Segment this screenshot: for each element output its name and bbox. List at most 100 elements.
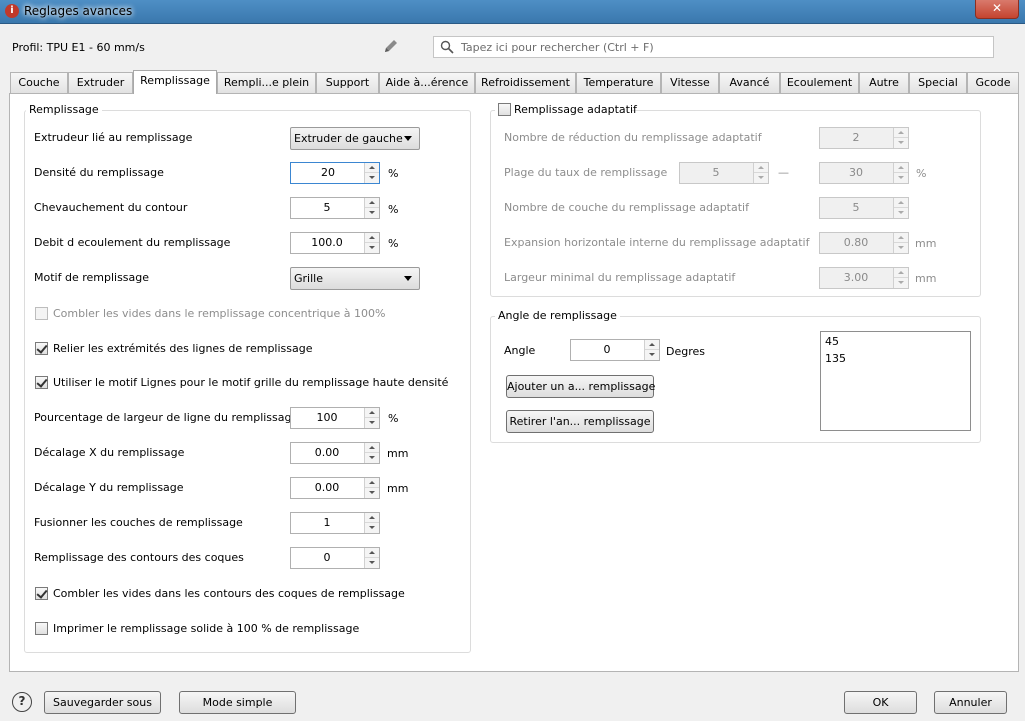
arrow-up-icon[interactable] (894, 268, 908, 278)
spinner-arrows[interactable] (753, 163, 768, 183)
arrow-down-icon[interactable] (894, 243, 908, 253)
offset-y-spinbox[interactable]: 0.00 (290, 477, 380, 499)
arrow-up-icon[interactable] (365, 548, 379, 558)
fill-gaps-concentric-checkbox[interactable] (35, 307, 48, 320)
list-item[interactable]: 135 (825, 352, 846, 365)
arrow-down-icon[interactable] (365, 243, 379, 253)
arrow-up-icon[interactable] (365, 198, 379, 208)
tab-aide-adherence[interactable]: Aide à...érence (379, 72, 475, 93)
spinner-arrows[interactable] (364, 478, 379, 498)
arrow-up-icon[interactable] (894, 233, 908, 243)
tab-temperature[interactable]: Temperature (576, 72, 661, 93)
merge-layers-spinbox[interactable]: 1 (290, 512, 380, 534)
tab-refroidissement[interactable]: Refroidissement (475, 72, 576, 93)
adaptive-reduction-spinbox[interactable]: 2 (819, 127, 909, 149)
arrow-down-icon[interactable] (645, 350, 659, 360)
shell-infill-spinbox[interactable]: 0 (290, 547, 380, 569)
pencil-edit-icon[interactable] (382, 37, 400, 55)
offset-x-spinbox[interactable]: 0.00 (290, 442, 380, 464)
spinner-arrows[interactable] (364, 163, 379, 183)
tab-remplissage[interactable]: Remplissage (133, 70, 217, 94)
angle-spinbox[interactable]: 0 (570, 339, 660, 361)
arrow-down-icon[interactable] (365, 523, 379, 533)
arrow-down-icon[interactable] (894, 278, 908, 288)
ok-button[interactable]: OK (844, 691, 917, 714)
arrow-up-icon[interactable] (894, 163, 908, 173)
spinner-arrows[interactable] (364, 408, 379, 428)
spinner-arrows[interactable] (893, 128, 908, 148)
arrow-up-icon[interactable] (365, 163, 379, 173)
overlap-spinbox[interactable]: 5 (290, 197, 380, 219)
extruder-dropdown[interactable]: Extruder de gauche (290, 127, 420, 150)
cancel-button[interactable]: Annuler (934, 691, 1007, 714)
simple-mode-button[interactable]: Mode simple (179, 691, 296, 714)
angle-list[interactable]: 45 135 (820, 331, 971, 431)
spinner-arrows[interactable] (893, 163, 908, 183)
arrow-down-icon[interactable] (894, 208, 908, 218)
flow-spinbox[interactable]: 100.0 (290, 232, 380, 254)
solid-print-checkbox[interactable] (35, 622, 48, 635)
arrow-up-icon[interactable] (754, 163, 768, 173)
use-lines-checkbox[interactable] (35, 376, 48, 389)
spinner-arrows[interactable] (893, 233, 908, 253)
tab-special[interactable]: Special (909, 72, 967, 93)
fill-gaps-shell-checkbox[interactable] (35, 587, 48, 600)
arrow-up-icon[interactable] (365, 408, 379, 418)
spinner-arrows[interactable] (364, 198, 379, 218)
tab-couche[interactable]: Couche (10, 72, 68, 93)
connect-lines-checkbox[interactable] (35, 342, 48, 355)
adaptive-expansion-value: 0.80 (843, 236, 869, 249)
search-input[interactable]: Tapez ici pour rechercher (Ctrl + F) (433, 36, 994, 58)
arrow-up-icon[interactable] (365, 443, 379, 453)
arrow-up-icon[interactable] (365, 513, 379, 523)
pattern-dropdown[interactable]: Grille (290, 267, 420, 290)
adaptive-minwidth-value: 3.00 (843, 271, 869, 284)
arrow-down-icon[interactable] (365, 558, 379, 568)
list-item[interactable]: 45 (825, 335, 839, 348)
arrow-up-icon[interactable] (645, 340, 659, 350)
tab-support[interactable]: Support (316, 72, 379, 93)
arrow-up-icon[interactable] (894, 128, 908, 138)
spinner-arrows[interactable] (364, 513, 379, 533)
arrow-down-icon[interactable] (894, 138, 908, 148)
tab-vitesse[interactable]: Vitesse (661, 72, 719, 93)
spinner-arrows[interactable] (364, 443, 379, 463)
spinner-arrows[interactable] (893, 268, 908, 288)
arrow-down-icon[interactable] (365, 173, 379, 183)
density-spinbox[interactable]: 20 (290, 162, 380, 184)
save-as-button[interactable]: Sauvegarder sous (44, 691, 161, 714)
tab-extruder[interactable]: Extruder (68, 72, 133, 93)
arrow-down-icon[interactable] (894, 173, 908, 183)
adaptive-expansion-spinbox[interactable]: 0.80 (819, 232, 909, 254)
help-icon[interactable]: ? (12, 692, 32, 712)
spinner-arrows[interactable] (364, 548, 379, 568)
adaptive-layers-spinbox[interactable]: 5 (819, 197, 909, 219)
arrow-down-icon[interactable] (365, 453, 379, 463)
spinner-arrows[interactable] (893, 198, 908, 218)
width-pct-spinbox[interactable]: 100 (290, 407, 380, 429)
tab-gcode[interactable]: Gcode (967, 72, 1019, 93)
adaptive-minwidth-spinbox[interactable]: 3.00 (819, 267, 909, 289)
adaptive-infill-checkbox[interactable] (498, 103, 511, 116)
window-close-button[interactable]: ✕ (975, 0, 1019, 19)
tab-avance[interactable]: Avancé (719, 72, 780, 93)
spinner-arrows[interactable] (644, 340, 659, 360)
add-angle-button[interactable]: Ajouter un a... remplissage (506, 375, 655, 398)
arrow-down-icon[interactable] (365, 208, 379, 218)
tab-remplissage-plein[interactable]: Rempli...e plein (217, 72, 316, 93)
spinner-arrows[interactable] (364, 233, 379, 253)
tab-ecoulement[interactable]: Ecoulement (780, 72, 859, 93)
infill-group-title: Remplissage (26, 103, 102, 116)
arrow-down-icon[interactable] (754, 173, 768, 183)
adaptive-range-label: Plage du taux de remplissage (504, 166, 668, 179)
density-value: 20 (321, 166, 335, 179)
arrow-down-icon[interactable] (365, 418, 379, 428)
arrow-up-icon[interactable] (365, 478, 379, 488)
arrow-down-icon[interactable] (365, 488, 379, 498)
remove-angle-button[interactable]: Retirer l'an... remplissage (506, 410, 654, 433)
arrow-up-icon[interactable] (894, 198, 908, 208)
arrow-up-icon[interactable] (365, 233, 379, 243)
adaptive-range-max-spinbox[interactable]: 30 (819, 162, 909, 184)
adaptive-range-min-spinbox[interactable]: 5 (679, 162, 769, 184)
tab-autre[interactable]: Autre (859, 72, 909, 93)
